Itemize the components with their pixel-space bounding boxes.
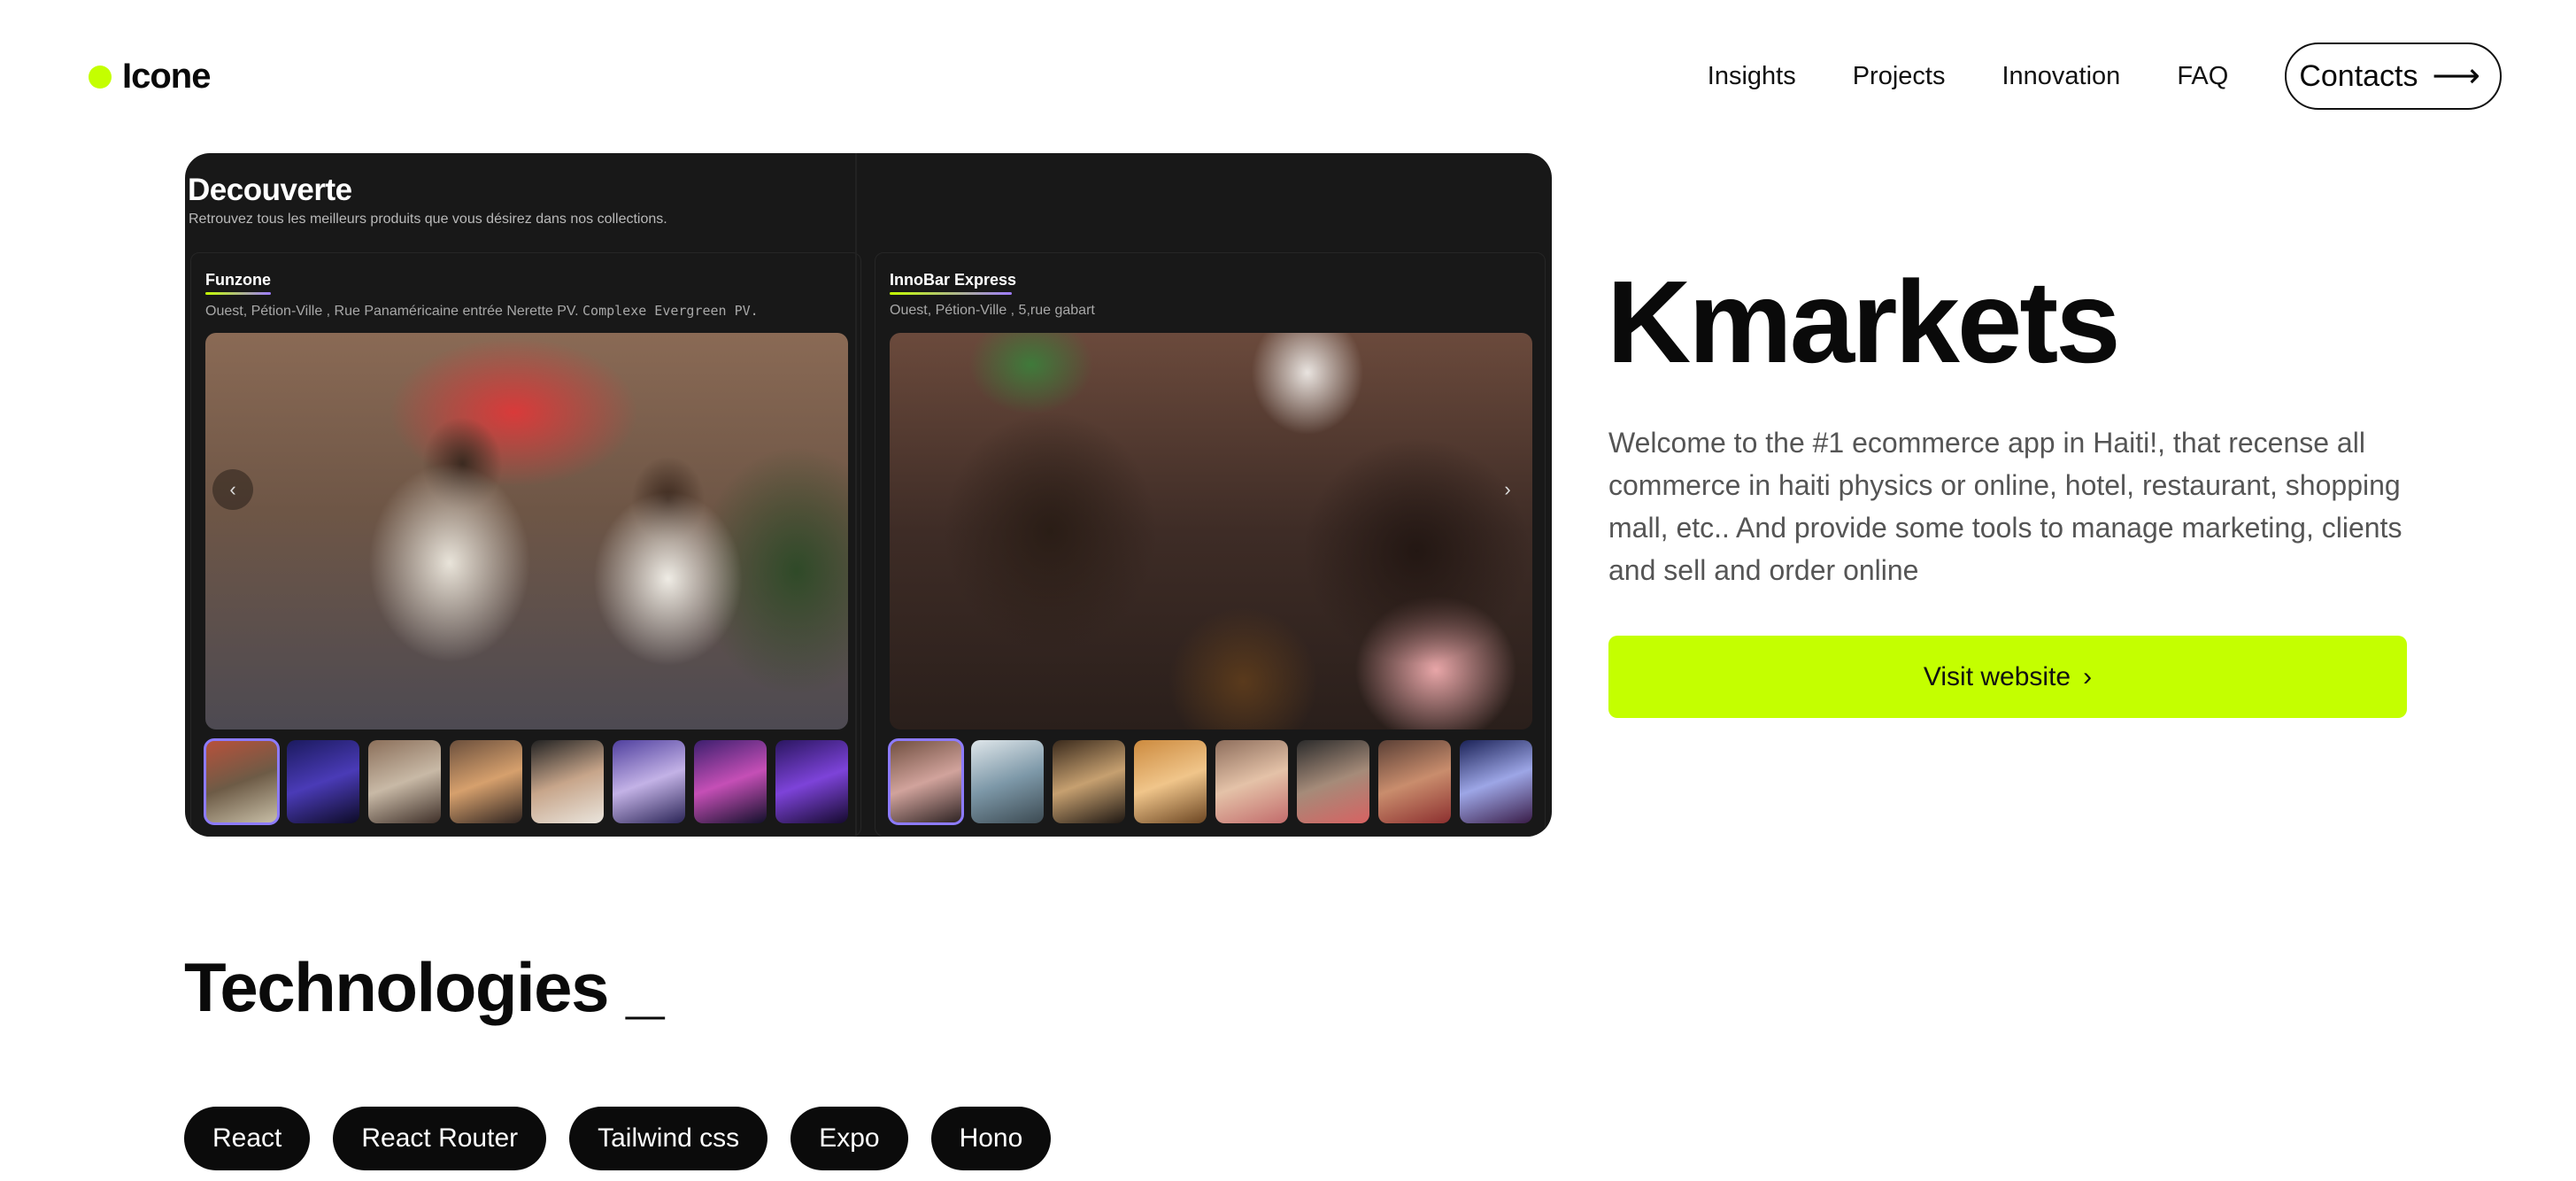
project-description: Welcome to the #1 ecommerce app in Haiti… <box>1608 427 2402 586</box>
store-photo <box>890 333 1532 729</box>
store-photo <box>205 333 848 729</box>
main-nav: Insights Projects Innovation FAQ Contact… <box>1708 42 2502 110</box>
thumbnail[interactable] <box>694 740 767 823</box>
store-location-complex: Complexe Evergreen PV. <box>582 303 759 319</box>
chevron-right-icon: › <box>2083 661 2093 691</box>
store-name: InnoBar Express <box>890 271 1017 289</box>
project-title: Kmarkets <box>1607 257 2121 387</box>
thumbnail[interactable] <box>1460 740 1532 823</box>
store-location: Ouest, Pétion-Ville , Rue Panaméricaine … <box>205 303 759 320</box>
thumbnail[interactable] <box>287 740 359 823</box>
divider <box>855 153 857 837</box>
thumbnail[interactable] <box>1215 740 1288 823</box>
tech-tag: Expo <box>791 1107 908 1170</box>
store-card-innobar[interactable]: InnoBar Express Ouest, Pétion-Ville , 5,… <box>875 252 1546 837</box>
tech-tag: Hono <box>930 1107 1052 1170</box>
technologies-heading: Technologies _ <box>184 948 665 1026</box>
logo[interactable]: Icone <box>89 57 211 96</box>
store-location-text: Ouest, Pétion-Ville , Rue Panaméricaine … <box>205 304 579 319</box>
technologies-list: React React Router Tailwind css Expo Hon… <box>184 1107 1052 1170</box>
carousel-prev-icon[interactable]: ‹ <box>212 469 253 510</box>
thumbnail[interactable] <box>1053 740 1125 823</box>
logo-dot-icon <box>89 65 112 89</box>
tech-tag: React <box>184 1107 311 1170</box>
store-location: Ouest, Pétion-Ville , 5,rue gabart <box>890 303 1095 319</box>
tech-tag: Tailwind css <box>569 1107 768 1170</box>
visit-website-button[interactable]: Visit website › <box>1608 636 2407 718</box>
nav-link-innovation[interactable]: Innovation <box>2001 62 2120 91</box>
store-name-underline <box>890 292 1012 295</box>
logo-text: Icone <box>122 57 211 96</box>
store-name-underline <box>205 292 271 295</box>
project-screenshot: Decouverte Retrouvez tous les meilleurs … <box>185 153 1552 837</box>
showcase-title: Decouverte <box>188 173 352 207</box>
contacts-button[interactable]: Contacts ⟶ <box>2285 42 2502 110</box>
thumbnail[interactable] <box>368 740 441 823</box>
thumbnail[interactable] <box>450 740 522 823</box>
contacts-label: Contacts <box>2299 58 2418 93</box>
tech-tag: React Router <box>333 1107 547 1170</box>
thumbnail[interactable] <box>1134 740 1207 823</box>
visit-website-label: Visit website <box>1923 661 2071 691</box>
thumbnail-strip <box>888 738 1532 825</box>
thumbnail[interactable] <box>613 740 685 823</box>
thumbnail[interactable] <box>1297 740 1369 823</box>
store-name: Funzone <box>205 271 271 289</box>
nav-link-projects[interactable]: Projects <box>1853 62 1946 91</box>
arrow-right-icon: ⟶ <box>2432 58 2480 95</box>
store-card-funzone[interactable]: Funzone Ouest, Pétion-Ville , Rue Panamé… <box>190 252 861 837</box>
thumbnail-strip <box>204 738 848 825</box>
thumbnail[interactable] <box>1378 740 1451 823</box>
thumbnail[interactable] <box>971 740 1044 823</box>
store-location-text: Ouest, Pétion-Ville , 5,rue gabart <box>890 303 1095 318</box>
showcase-subtitle: Retrouvez tous les meilleurs produits qu… <box>189 212 667 227</box>
thumbnail[interactable] <box>775 740 848 823</box>
nav-link-faq[interactable]: FAQ <box>2177 62 2228 91</box>
carousel-next-icon[interactable]: › <box>1487 469 1528 510</box>
thumbnail[interactable] <box>204 738 280 825</box>
thumbnail[interactable] <box>888 738 964 825</box>
nav-link-insights[interactable]: Insights <box>1708 62 1796 91</box>
thumbnail[interactable] <box>531 740 604 823</box>
